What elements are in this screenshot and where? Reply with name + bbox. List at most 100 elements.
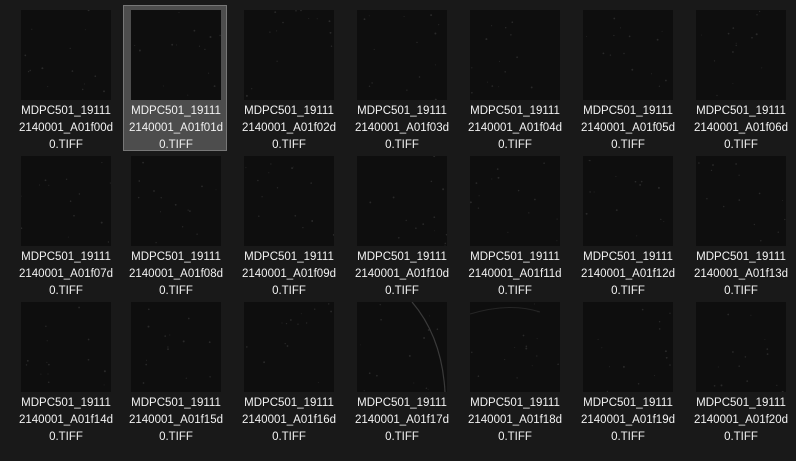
- file-thumbnail: [583, 156, 673, 246]
- file-name: MDPC501_19111 2140001_A01f03d 0.TIFF: [350, 103, 454, 154]
- file-name-line: 0.TIFF: [498, 431, 532, 443]
- file-item[interactable]: MDPC501_19111 2140001_A01f16d 0.TIFF: [236, 297, 340, 443]
- file-name-line: 0.TIFF: [159, 431, 193, 443]
- file-name: MDPC501_19111 2140001_A01f20d 0.TIFF: [689, 395, 793, 446]
- file-thumbnail: [583, 10, 673, 100]
- file-name: MDPC501_19111 2140001_A01f11d 0.TIFF: [463, 249, 567, 300]
- file-thumbnail: [21, 156, 111, 246]
- file-name-line: MDPC501_19111: [583, 397, 673, 409]
- file-item[interactable]: MDPC501_19111 2140001_A01f13d 0.TIFF: [688, 151, 792, 297]
- file-name-line: 0.TIFF: [611, 431, 645, 443]
- file-name: MDPC501_19111 2140001_A01f18d 0.TIFF: [463, 395, 567, 446]
- file-name-line: 2140001_A01f11d: [468, 268, 562, 280]
- file-thumbnail: [470, 156, 560, 246]
- file-name-line: 2140001_A01f20d: [693, 414, 788, 426]
- file-name-line: MDPC501_19111: [21, 397, 111, 409]
- file-name-line: 0.TIFF: [49, 431, 83, 443]
- file-name-line: 2140001_A01f10d: [354, 268, 449, 280]
- file-name-line: MDPC501_19111: [244, 397, 334, 409]
- file-name-line: 2140001_A01f09d: [241, 268, 336, 280]
- file-item[interactable]: MDPC501_19111 2140001_A01f06d 0.TIFF: [688, 5, 792, 151]
- file-thumbnail: [696, 10, 786, 100]
- file-name-line: 2140001_A01f16d: [241, 414, 336, 426]
- file-thumbnail: [470, 10, 560, 100]
- file-name-line: MDPC501_19111: [470, 251, 560, 263]
- file-name-line: 2140001_A01f02d: [241, 122, 336, 134]
- file-name: MDPC501_19111 2140001_A01f05d 0.TIFF: [576, 103, 680, 154]
- file-name: MDPC501_19111 2140001_A01f19d 0.TIFF: [576, 395, 680, 446]
- file-name-line: 2140001_A01f00d: [18, 122, 113, 134]
- file-name: MDPC501_19111 2140001_A01f08d 0.TIFF: [124, 249, 228, 300]
- file-item[interactable]: MDPC501_19111 2140001_A01f02d 0.TIFF: [236, 5, 340, 151]
- file-item[interactable]: MDPC501_19111 2140001_A01f04d 0.TIFF: [462, 5, 566, 151]
- file-thumbnail: [583, 302, 673, 392]
- file-name-line: 0.TIFF: [724, 431, 758, 443]
- file-name: MDPC501_19111 2140001_A01f06d 0.TIFF: [689, 103, 793, 154]
- file-name: MDPC501_19111 2140001_A01f15d 0.TIFF: [124, 395, 228, 446]
- file-name-line: 2140001_A01f12d: [580, 268, 675, 280]
- file-name: MDPC501_19111 2140001_A01f17d 0.TIFF: [350, 395, 454, 446]
- file-name-line: MDPC501_19111: [583, 105, 673, 117]
- file-name-line: 2140001_A01f17d: [354, 414, 449, 426]
- file-name-line: 2140001_A01f19d: [580, 414, 675, 426]
- file-item[interactable]: MDPC501_19111 2140001_A01f14d 0.TIFF: [13, 297, 117, 443]
- file-name-line: MDPC501_19111: [131, 251, 221, 263]
- file-thumbnail: [696, 302, 786, 392]
- file-name-line: MDPC501_19111: [131, 397, 221, 409]
- file-name: MDPC501_19111 2140001_A01f16d 0.TIFF: [237, 395, 341, 446]
- file-thumbnail: [244, 10, 334, 100]
- file-name-line: MDPC501_19111: [696, 397, 786, 409]
- file-item[interactable]: MDPC501_19111 2140001_A01f11d 0.TIFF: [462, 151, 566, 297]
- file-thumbnail: [131, 302, 221, 392]
- file-item[interactable]: MDPC501_19111 2140001_A01f15d 0.TIFF: [123, 297, 227, 443]
- file-name: MDPC501_19111 2140001_A01f14d 0.TIFF: [14, 395, 118, 446]
- file-item[interactable]: MDPC501_19111 2140001_A01f09d 0.TIFF: [236, 151, 340, 297]
- file-name-line: 2140001_A01f07d: [18, 268, 113, 280]
- file-item[interactable]: MDPC501_19111 2140001_A01f18d 0.TIFF: [462, 297, 566, 443]
- file-name-line: 2140001_A01f03d: [354, 122, 449, 134]
- file-thumbnail: [470, 302, 560, 392]
- file-name-line: 2140001_A01f04d: [467, 122, 562, 134]
- file-name-line: MDPC501_19111: [583, 251, 673, 263]
- file-name-line: 2140001_A01f13d: [693, 268, 788, 280]
- file-grid: MDPC501_19111 2140001_A01f00d 0.TIFF MDPC50…: [0, 0, 796, 461]
- file-name-line: MDPC501_19111: [21, 105, 111, 117]
- file-item[interactable]: MDPC501_19111 2140001_A01f03d 0.TIFF: [349, 5, 453, 151]
- file-name-line: 2140001_A01f15d: [128, 414, 223, 426]
- file-name-line: MDPC501_19111: [470, 397, 560, 409]
- file-name: MDPC501_19111 2140001_A01f01d 0.TIFF: [124, 103, 228, 154]
- file-name-line: MDPC501_19111: [244, 251, 334, 263]
- file-item[interactable]: MDPC501_19111 2140001_A01f20d 0.TIFF: [688, 297, 792, 443]
- file-item[interactable]: MDPC501_19111 2140001_A01f05d 0.TIFF: [575, 5, 679, 151]
- file-name: MDPC501_19111 2140001_A01f04d 0.TIFF: [463, 103, 567, 154]
- file-thumbnail: [357, 302, 447, 392]
- file-item[interactable]: MDPC501_19111 2140001_A01f07d 0.TIFF: [13, 151, 117, 297]
- file-thumbnail: [696, 156, 786, 246]
- file-name-line: 2140001_A01f06d: [693, 122, 788, 134]
- file-name-line: MDPC501_19111: [357, 251, 447, 263]
- file-item[interactable]: MDPC501_19111 2140001_A01f12d 0.TIFF: [575, 151, 679, 297]
- file-thumbnail: [131, 10, 221, 100]
- file-item[interactable]: MDPC501_19111 2140001_A01f19d 0.TIFF: [575, 297, 679, 443]
- file-item[interactable]: MDPC501_19111 2140001_A01f10d 0.TIFF: [349, 151, 453, 297]
- file-name-line: MDPC501_19111: [244, 105, 334, 117]
- file-item[interactable]: MDPC501_19111 2140001_A01f08d 0.TIFF: [123, 151, 227, 297]
- file-name-line: 2140001_A01f01d: [128, 122, 223, 134]
- file-name: MDPC501_19111 2140001_A01f02d 0.TIFF: [237, 103, 341, 154]
- file-name-line: MDPC501_19111: [696, 105, 786, 117]
- file-name: MDPC501_19111 2140001_A01f12d 0.TIFF: [576, 249, 680, 300]
- file-name-line: 2140001_A01f14d: [18, 414, 113, 426]
- file-thumbnail: [21, 302, 111, 392]
- file-name-line: MDPC501_19111: [357, 105, 447, 117]
- file-name-line: 2140001_A01f05d: [580, 122, 675, 134]
- file-thumbnail: [244, 302, 334, 392]
- file-name-line: MDPC501_19111: [470, 105, 560, 117]
- file-name-line: MDPC501_19111: [357, 397, 447, 409]
- file-name: MDPC501_19111 2140001_A01f09d 0.TIFF: [237, 249, 341, 300]
- file-item[interactable]: MDPC501_19111 2140001_A01f00d 0.TIFF: [13, 5, 117, 151]
- file-name: MDPC501_19111 2140001_A01f13d 0.TIFF: [689, 249, 793, 300]
- file-thumbnail: [357, 156, 447, 246]
- file-name: MDPC501_19111 2140001_A01f00d 0.TIFF: [14, 103, 118, 154]
- file-item[interactable]: MDPC501_19111 2140001_A01f01d 0.TIFF: [123, 5, 227, 151]
- file-item[interactable]: MDPC501_19111 2140001_A01f17d 0.TIFF: [349, 297, 453, 443]
